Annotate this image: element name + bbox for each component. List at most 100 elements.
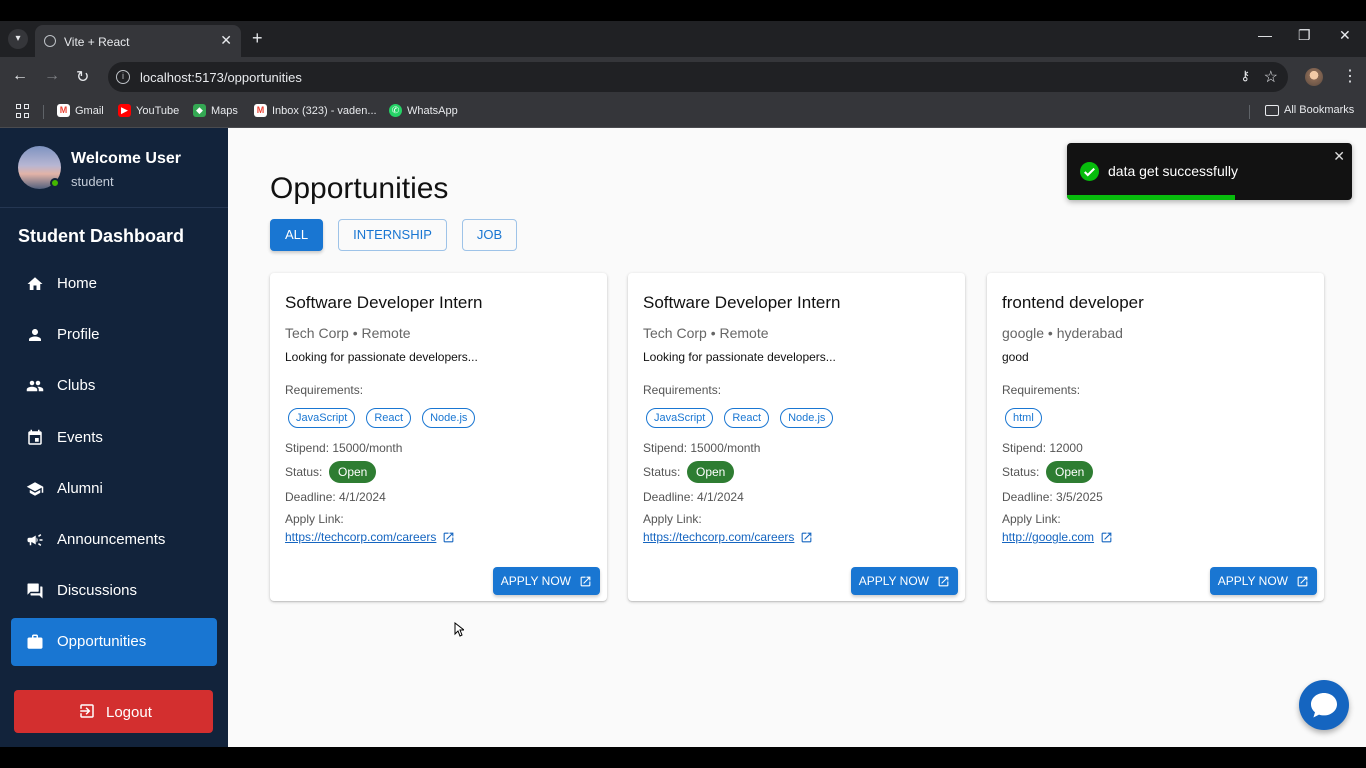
requirements-chips: html: [1005, 408, 1042, 428]
minimize-icon[interactable]: —: [1258, 27, 1272, 43]
more-menu-icon[interactable]: ⋮: [1342, 66, 1358, 86]
all-bookmarks[interactable]: All Bookmarks: [1265, 104, 1354, 116]
card-deadline: Deadline: 4/1/2024: [643, 490, 744, 504]
open-in-new-icon[interactable]: [800, 531, 813, 544]
apply-link-label: Apply Link:: [643, 512, 702, 526]
requirement-chip: html: [1005, 408, 1042, 428]
online-status-dot: [50, 178, 60, 188]
open-in-new-icon: [938, 576, 949, 586]
new-tab-icon[interactable]: +: [252, 28, 263, 49]
password-key-icon[interactable]: ⚷: [1240, 68, 1250, 84]
tab-search-icon[interactable]: ▾: [8, 29, 28, 49]
youtube-icon: ▶: [118, 104, 131, 117]
logout-button[interactable]: Logout: [14, 690, 213, 733]
open-in-new-icon: [1297, 576, 1308, 586]
bookmark-inbox[interactable]: M Inbox (323) - vaden...: [254, 104, 377, 117]
apply-link-text[interactable]: http://google.com: [1002, 530, 1094, 544]
success-check-icon: [1080, 162, 1099, 181]
forum-icon: [27, 583, 43, 599]
bookmark-youtube[interactable]: ▶ YouTube: [118, 104, 179, 117]
bookmark-maps[interactable]: ◆ Maps: [193, 104, 238, 117]
bookmark-star-icon[interactable]: ☆: [1264, 67, 1278, 87]
chat-bubble-icon: [1311, 693, 1337, 718]
sidebar-item-label: Events: [57, 428, 103, 446]
back-icon[interactable]: ←: [12, 67, 28, 85]
sidebar-item-label: Announcements: [57, 530, 166, 548]
dashboard-title: Student Dashboard: [18, 226, 185, 246]
card-title: Software Developer Intern: [285, 293, 483, 312]
filter-internship-button[interactable]: INTERNSHIP: [338, 219, 447, 251]
sidebar-item-announcements[interactable]: Announcements: [11, 516, 217, 564]
home-icon: [27, 277, 43, 290]
open-in-new-icon[interactable]: [442, 531, 455, 544]
card-description: Looking for passionate developers...: [285, 350, 478, 364]
sidebar-nav: Home Profile Clubs Events Alumni Announc…: [11, 260, 217, 670]
apply-now-button[interactable]: APPLY NOW: [850, 567, 958, 595]
url-text[interactable]: localhost:5173/opportunities: [140, 70, 302, 85]
apply-now-button[interactable]: APPLY NOW: [492, 567, 600, 595]
sidebar-item-label: Profile: [57, 326, 100, 344]
user-role: student: [71, 174, 114, 189]
requirement-chip: JavaScript: [646, 408, 714, 428]
apply-link[interactable]: https://techcorp.com/careers: [643, 530, 813, 544]
sidebar-item-events[interactable]: Events: [11, 414, 217, 462]
apps-grid-icon[interactable]: [16, 104, 30, 118]
card-title: frontend developer: [1002, 293, 1144, 312]
url-bar[interactable]: i localhost:5173/opportunities ⚷ ☆: [108, 62, 1288, 92]
toast-close-icon[interactable]: ✕: [1333, 148, 1345, 165]
sidebar-item-opportunities[interactable]: Opportunities: [11, 618, 217, 667]
sidebar-item-clubs[interactable]: Clubs: [11, 362, 217, 410]
toast-message: data get successfully: [1108, 163, 1238, 179]
tab-close-icon[interactable]: ✕: [220, 32, 232, 49]
divider: [43, 105, 44, 119]
main-content: Opportunities ALL INTERNSHIP JOB Softwar…: [228, 128, 1366, 747]
forward-icon[interactable]: →: [44, 67, 60, 85]
requirements-label: Requirements:: [285, 383, 364, 397]
apply-link-text[interactable]: https://techcorp.com/careers: [643, 530, 794, 544]
window-close-icon[interactable]: ✕: [1339, 27, 1351, 44]
sidebar-item-label: Discussions: [57, 582, 138, 600]
requirement-chip: React: [724, 408, 770, 428]
sidebar-item-alumni[interactable]: Alumni: [11, 465, 217, 513]
requirement-chip: JavaScript: [288, 408, 356, 428]
requirements-chips: JavaScript React Node.js: [646, 408, 834, 428]
apply-link[interactable]: http://google.com: [1002, 530, 1113, 544]
globe-icon: [44, 35, 56, 47]
bookmark-gmail[interactable]: M Gmail: [57, 104, 104, 117]
apply-now-button[interactable]: APPLY NOW: [1209, 567, 1317, 595]
toast-notification: data get successfully ✕: [1067, 143, 1352, 200]
folder-icon: [1265, 104, 1279, 116]
bookmark-label: Gmail: [75, 104, 104, 117]
open-in-new-icon[interactable]: [1100, 531, 1113, 544]
card-company-location: google • hyderabad: [1002, 325, 1123, 341]
status-label: Status:: [1002, 465, 1040, 479]
chat-button[interactable]: [1299, 680, 1349, 730]
apply-now-label: APPLY NOW: [858, 574, 929, 588]
site-info-icon[interactable]: i: [116, 70, 130, 84]
reload-icon[interactable]: ↻: [76, 67, 89, 87]
card-company-location: Tech Corp • Remote: [285, 325, 411, 341]
apply-link-text[interactable]: https://techcorp.com/careers: [285, 530, 436, 544]
apply-link-label: Apply Link:: [285, 512, 344, 526]
requirements-label: Requirements:: [1002, 383, 1081, 397]
sidebar-item-discussions[interactable]: Discussions: [11, 567, 217, 615]
filter-all-button[interactable]: ALL: [270, 219, 324, 251]
profile-avatar-icon[interactable]: [1305, 68, 1323, 86]
restore-icon[interactable]: ❐: [1298, 27, 1311, 44]
sidebar-item-profile[interactable]: Profile: [11, 311, 217, 359]
card-stipend: Stipend: 12000: [1002, 441, 1083, 455]
opportunity-card: frontend developer google • hyderabad go…: [987, 273, 1324, 601]
apply-link[interactable]: https://techcorp.com/careers: [285, 530, 455, 544]
browser-tab[interactable]: Vite + React ✕: [35, 25, 241, 57]
requirement-chip: React: [366, 408, 412, 428]
status-label: Status:: [285, 465, 323, 479]
sidebar-item-home[interactable]: Home: [11, 260, 217, 308]
logout-label: Logout: [106, 704, 152, 721]
gmail-icon: M: [254, 104, 267, 117]
card-title: Software Developer Intern: [643, 293, 841, 312]
bookmark-whatsapp[interactable]: ✆ WhatsApp: [389, 104, 458, 117]
filter-job-button[interactable]: JOB: [461, 219, 518, 251]
status-label: Status:: [643, 465, 681, 479]
maps-icon: ◆: [193, 104, 206, 117]
filter-tabs: ALL INTERNSHIP JOB: [270, 219, 518, 251]
